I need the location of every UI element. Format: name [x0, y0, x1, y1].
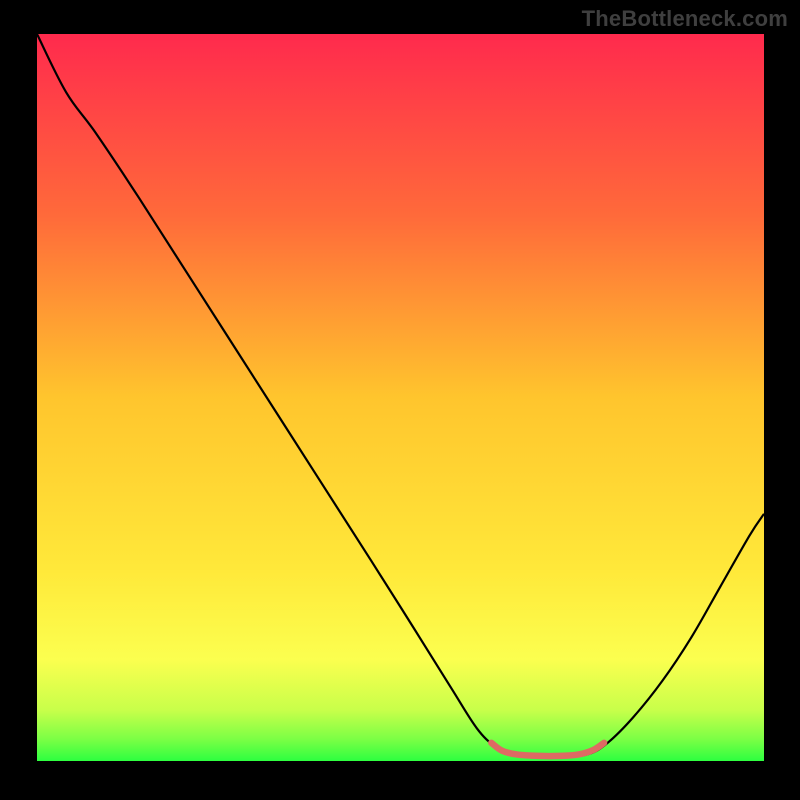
- chart-frame: TheBottleneck.com: [0, 0, 800, 800]
- gradient-background: [37, 34, 764, 761]
- attribution-label: TheBottleneck.com: [582, 6, 788, 32]
- chart-svg: [0, 0, 800, 800]
